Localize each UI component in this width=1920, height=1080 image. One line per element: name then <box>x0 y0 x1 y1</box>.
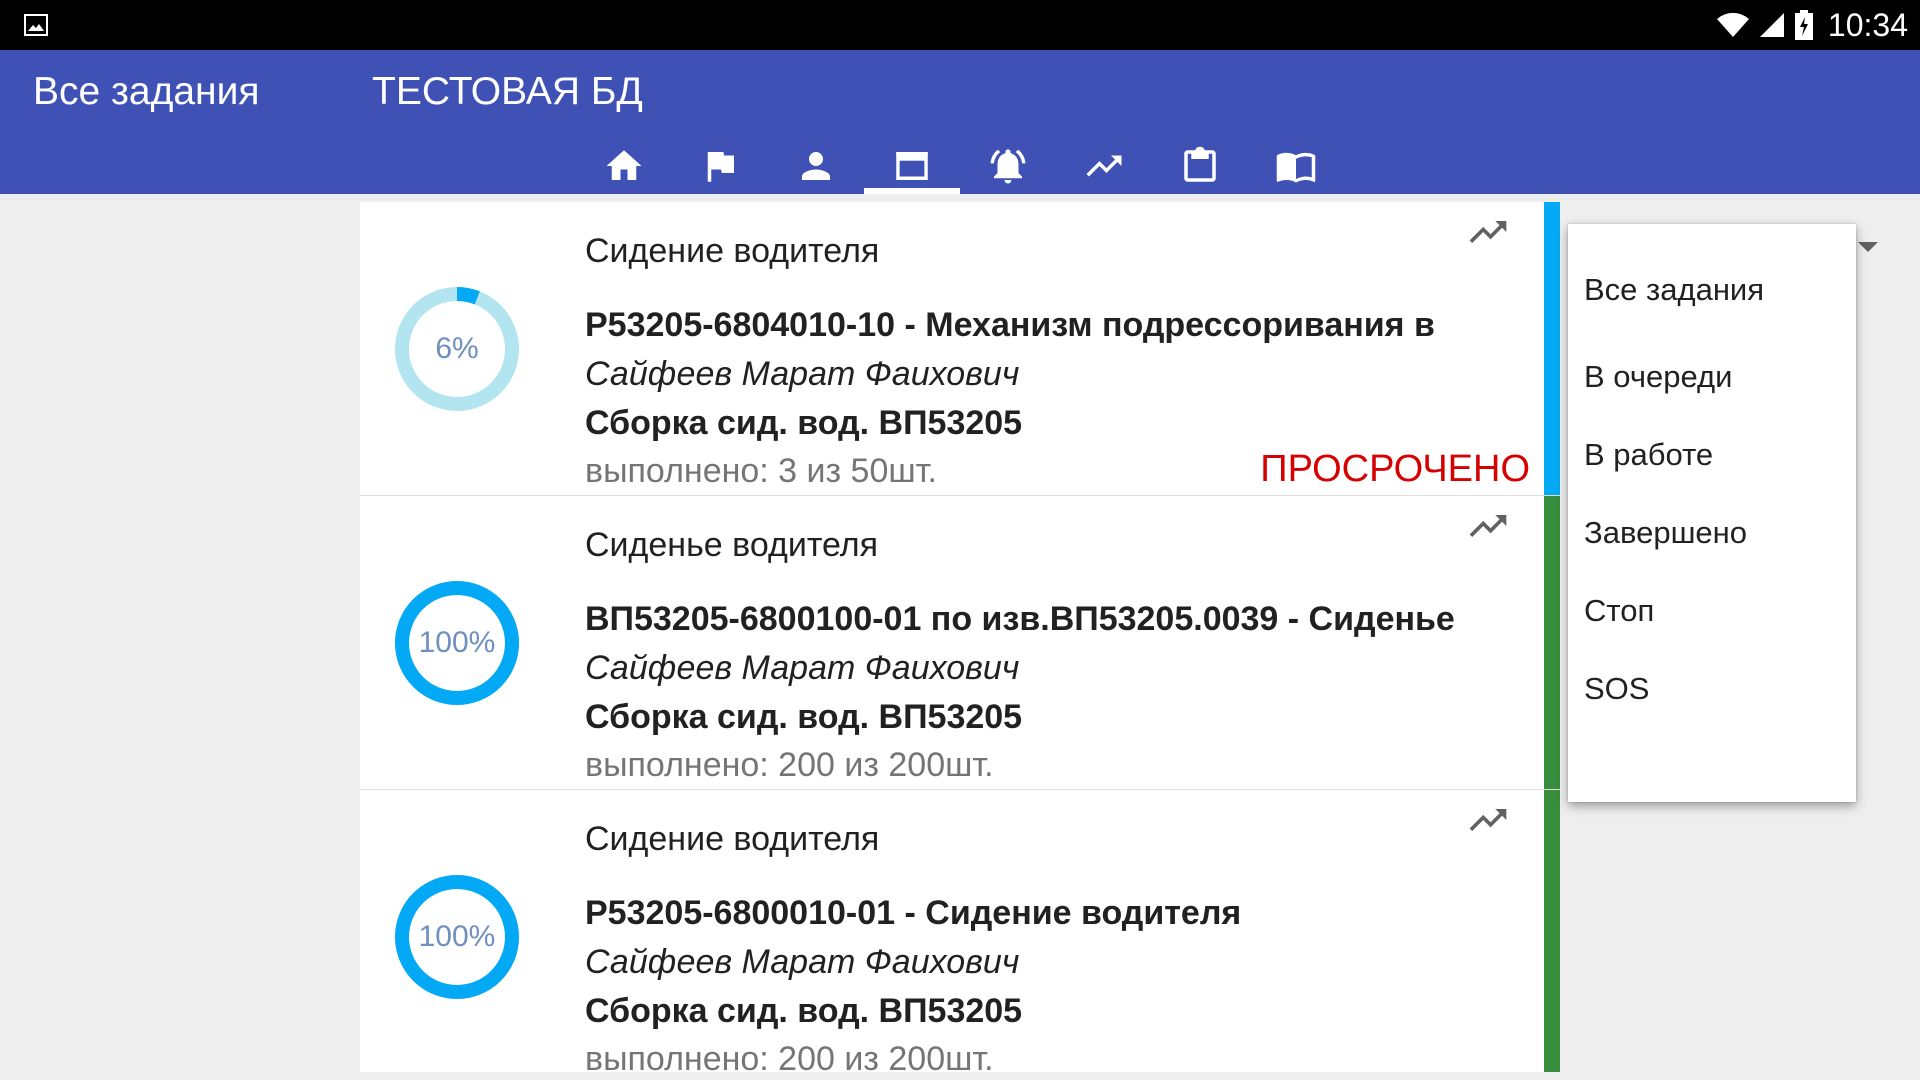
trending-up-icon <box>1086 155 1122 177</box>
task-list[interactable]: 6% Сидение водителя Р53205-6804010-10 - … <box>360 202 1560 1072</box>
flag-icon <box>707 152 734 182</box>
task-done-count: выполнено: 200 из 200шт. <box>585 1040 994 1072</box>
task-done-count: выполнено: 3 из 50шт. <box>585 452 937 490</box>
status-icons: 10:34 <box>1716 0 1908 50</box>
tab-book[interactable] <box>1248 138 1344 194</box>
tab-clipboard[interactable] <box>1152 138 1248 194</box>
page-title: Все задания <box>33 70 260 113</box>
task-card[interactable]: 100% Сиденье водителя ВП53205-6800100-01… <box>360 496 1560 790</box>
nav-tabs <box>576 138 1344 194</box>
alarm-bell-icon <box>990 149 1026 184</box>
clipboard-icon <box>1184 146 1216 182</box>
task-name: Р53205-6800010-01 - Сидение водителя <box>585 894 1242 932</box>
task-operation: Сборка сид. вод. ВП53205 <box>585 698 1023 736</box>
task-operation: Сборка сид. вод. ВП53205 <box>585 404 1023 442</box>
status-strip <box>1544 496 1560 789</box>
wifi-icon <box>1716 12 1749 38</box>
tab-home[interactable] <box>576 138 672 194</box>
task-operation: Сборка сид. вод. ВП53205 <box>585 992 1023 1030</box>
person-icon <box>802 152 830 180</box>
gallery-icon <box>24 14 48 36</box>
app-bar: Все задания ТЕСТОВАЯ БД <box>0 50 1920 194</box>
task-worker: Сайфеев Марат Фаихович <box>585 355 1020 393</box>
task-group: Сидение водителя <box>585 232 880 270</box>
task-worker: Сайфеев Марат Фаихович <box>585 649 1020 687</box>
task-group: Сидение водителя <box>585 820 880 858</box>
tab-alarm[interactable] <box>960 138 1056 194</box>
database-name: ТЕСТОВАЯ БД <box>372 70 643 113</box>
tab-tasks[interactable] <box>864 138 960 194</box>
trending-up-icon[interactable] <box>1466 210 1510 254</box>
battery-charging-icon <box>1794 10 1813 40</box>
task-name: ВП53205-6800100-01 по изв.ВП53205.0039 -… <box>585 600 1455 638</box>
trending-up-icon[interactable] <box>1466 798 1510 842</box>
task-card[interactable]: 6% Сидение водителя Р53205-6804010-10 - … <box>360 202 1560 496</box>
trending-up-icon[interactable] <box>1466 504 1510 548</box>
chevron-down-icon[interactable] <box>1856 240 1880 254</box>
tab-person[interactable] <box>768 138 864 194</box>
signal-icon <box>1759 13 1784 37</box>
clock: 10:34 <box>1827 6 1908 43</box>
tab-flag[interactable] <box>672 138 768 194</box>
overdue-label: ПРОСРОЧЕНО <box>1260 448 1530 490</box>
home-icon <box>606 150 642 180</box>
progress-percent: 6% <box>435 332 479 365</box>
task-group: Сиденье водителя <box>585 526 879 564</box>
progress-percent: 100% <box>418 626 496 659</box>
task-done-count: выполнено: 200 из 200шт. <box>585 746 994 784</box>
tab-trends[interactable] <box>1056 138 1152 194</box>
task-card[interactable]: 100% Сидение водителя Р53205-6800010-01 … <box>360 790 1560 1072</box>
filter-menu: Все задания В очереди В работе Завершено… <box>1568 224 1856 802</box>
tasks-card-icon <box>896 152 928 180</box>
status-bar: 10:34 <box>0 0 1920 50</box>
book-icon <box>1276 152 1316 183</box>
status-strip <box>1544 790 1560 1072</box>
menu-item-sos[interactable]: SOS <box>1568 632 1856 728</box>
progress-percent: 100% <box>418 920 496 953</box>
status-strip <box>1544 202 1560 495</box>
task-name: Р53205-6804010-10 - Механизм подрессорив… <box>585 306 1435 344</box>
task-worker: Сайфеев Марат Фаихович <box>585 943 1020 981</box>
